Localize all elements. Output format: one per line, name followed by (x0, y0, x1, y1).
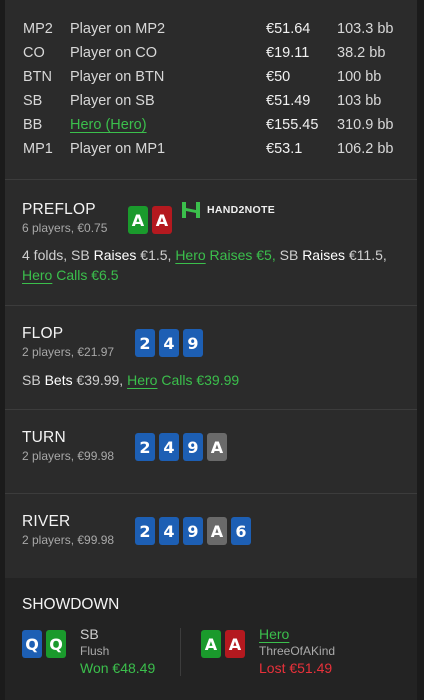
action-verb: Raises (302, 247, 345, 263)
playing-card: 9 (183, 433, 203, 461)
street-title: PREFLOP (22, 201, 96, 218)
playing-card: 4 (159, 433, 179, 461)
hand2note-logo-icon (181, 201, 201, 219)
street-river: RIVER 2 players, €99.98 2 4 9 A 6 (5, 494, 417, 578)
player-stack: €53.1 (266, 141, 303, 157)
action-text: €39.99, (72, 372, 128, 388)
player-stack-bb: 310.9 bb (337, 117, 394, 133)
playing-card: A (201, 630, 221, 658)
preflop-actions: 4 folds, SB Raises €1.5, Hero Raises €5,… (22, 245, 407, 285)
action-text: €11.5, (344, 247, 387, 263)
street-pot-info: 2 players, €99.98 (22, 533, 115, 547)
playing-card: 4 (159, 517, 179, 545)
hero-action-text: Raises €5, (205, 247, 276, 263)
action-verb: Bets (44, 372, 73, 388)
showdown-hand-rank: ThreeOfAKind (259, 644, 336, 658)
action-text: €1.5, (136, 247, 176, 263)
hero-action-text: Calls €6.5 (52, 267, 119, 283)
showdown-player-name: SB (80, 626, 99, 642)
playing-card: A (128, 206, 148, 234)
player-stack: €155.45 (266, 117, 319, 133)
showdown-sb-info: SB Flush Won €48.49 (80, 626, 155, 677)
playing-card: 4 (159, 329, 179, 357)
player-position: MP2 (23, 21, 53, 37)
street-title: TURN (22, 429, 66, 446)
street-turn: TURN 2 players, €99.98 2 4 9 A (5, 410, 417, 494)
hero-action-link[interactable]: Hero (22, 267, 52, 283)
hero-hole-cards: A A (128, 206, 172, 234)
player-name: Player on SB (70, 93, 155, 109)
player-stack-bb: 106.2 bb (337, 141, 394, 157)
action-verb: Raises (93, 247, 137, 263)
player-position: CO (23, 45, 45, 61)
showdown-hand-rank: Flush (80, 644, 110, 658)
showdown-result-won: Won €48.49 (80, 660, 156, 676)
action-text: 4 folds, SB (22, 247, 94, 263)
showdown-divider (180, 628, 181, 676)
hero-name-link[interactable]: Hero (Hero) (70, 113, 147, 137)
playing-card: A (207, 517, 227, 545)
hero-action-link[interactable]: Hero (127, 372, 157, 388)
player-stack-bb: 103.3 bb (337, 21, 394, 37)
showdown-section: SHOWDOWN Q Q SB Flush Won €48.49 A A Her… (5, 578, 417, 700)
showdown-hero-info: Hero ThreeOfAKind Lost €51.49 (259, 626, 335, 677)
showdown-cards-hero: A A (201, 630, 245, 658)
board-cards: 2 4 9 A (135, 433, 227, 461)
playing-card: 2 (135, 517, 155, 545)
player-name: Player on CO (70, 45, 158, 61)
player-stack-bb: 100 bb (337, 69, 382, 85)
playing-card: A (207, 433, 227, 461)
player-name: Player on MP2 (70, 21, 166, 37)
street-pot-info: 2 players, €21.97 (22, 345, 115, 359)
player-name: Player on BTN (70, 69, 165, 85)
street-pot-info: 6 players, €0.75 (22, 221, 108, 235)
player-stack-bb: 38.2 bb (337, 45, 386, 61)
player-stack: €51.64 (266, 21, 311, 37)
player-name: Player on MP1 (70, 141, 166, 157)
player-position: BTN (23, 69, 52, 85)
playing-card: 9 (183, 329, 203, 357)
playing-card: 6 (231, 517, 251, 545)
playing-card: 2 (135, 329, 155, 357)
playing-card: 9 (183, 517, 203, 545)
action-text: SB (22, 372, 45, 388)
hero-action-link[interactable]: Hero (175, 247, 205, 263)
player-row-hero: BB Hero (Hero) €155.45 310.9 bb (5, 113, 417, 137)
player-row: CO Player on CO €19.11 38.2 bb (5, 41, 417, 65)
street-title: FLOP (22, 325, 64, 342)
players-table: MP2 Player on MP2 €51.64 103.3 bb CO Pla… (5, 0, 417, 180)
hand-history-panel: MP2 Player on MP2 €51.64 103.3 bb CO Pla… (5, 0, 417, 700)
player-position: MP1 (23, 141, 53, 157)
playing-card: Q (22, 630, 42, 658)
player-row: BTN Player on BTN €50 100 bb (5, 65, 417, 89)
board-cards: 2 4 9 A 6 (135, 517, 251, 545)
player-stack-bb: 103 bb (337, 93, 382, 109)
action-text: SB (275, 247, 303, 263)
player-position: SB (23, 93, 43, 109)
player-row: MP2 Player on MP2 €51.64 103.3 bb (5, 17, 417, 41)
street-flop: FLOP 2 players, €21.97 2 4 9 SB Bets €39… (5, 306, 417, 410)
playing-card: 2 (135, 433, 155, 461)
hero-action-text: Calls €39.99 (157, 372, 240, 388)
board-cards: 2 4 9 (135, 329, 203, 357)
player-stack: €19.11 (266, 45, 310, 61)
hand2note-logo: HAND2NOTE (181, 201, 275, 219)
street-pot-info: 2 players, €99.98 (22, 449, 115, 463)
player-stack: €50 (266, 69, 291, 85)
player-position: BB (23, 117, 43, 133)
street-preflop: PREFLOP 6 players, €0.75 A A HAND2NOTE 4… (5, 181, 417, 306)
showdown-hero-link[interactable]: Hero (259, 626, 335, 643)
street-title: RIVER (22, 513, 71, 530)
player-stack: €51.49 (266, 93, 311, 109)
showdown-result-lost: Lost €51.49 (259, 660, 333, 676)
player-row: SB Player on SB €51.49 103 bb (5, 89, 417, 113)
hand2note-logo-text: HAND2NOTE (207, 204, 276, 216)
showdown-cards-sb: Q Q (22, 630, 66, 658)
flop-actions: SB Bets €39.99, Hero Calls €39.99 (22, 370, 407, 390)
player-row: MP1 Player on MP1 €53.1 106.2 bb (5, 137, 417, 161)
playing-card: A (152, 206, 172, 234)
showdown-title: SHOWDOWN (22, 596, 120, 613)
playing-card: Q (46, 630, 66, 658)
playing-card: A (225, 630, 245, 658)
